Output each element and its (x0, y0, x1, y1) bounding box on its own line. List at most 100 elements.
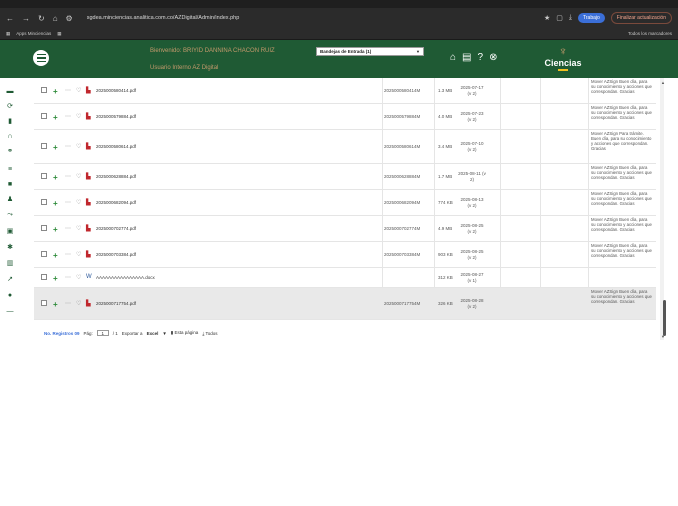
favorite-icon[interactable]: ♡ (76, 300, 81, 307)
row-checkbox[interactable] (41, 300, 47, 306)
row-checkbox[interactable] (41, 251, 47, 257)
row-checkbox[interactable] (41, 274, 47, 280)
menu-icon[interactable] (33, 50, 49, 66)
profile-button[interactable]: Trabajo (578, 13, 605, 23)
close-icon[interactable]: ⊗ (489, 52, 497, 63)
site-info-icon[interactable]: ⚙ (66, 14, 73, 23)
info-icon[interactable]: ● (6, 292, 14, 300)
more-icon[interactable]: ⋯ (65, 199, 71, 206)
update-button[interactable]: Finalizar actualización (610, 12, 672, 24)
extensions-icon[interactable]: ▢ (556, 14, 563, 22)
home-icon[interactable]: ⌂ (53, 14, 58, 23)
table-row[interactable]: + ⋯ ♡ ▙ 2025000580414.pdf 2025000580414M 1.3 M… (34, 78, 656, 104)
table-row[interactable]: + ⋯ ♡ ▙ 2025000579884.pdf 2025000579884M 4.0 M… (34, 104, 656, 130)
pdf-file-icon[interactable]: ▙ (86, 113, 91, 120)
file-name[interactable]: 2025000628884.pdf (96, 174, 136, 179)
help-icon[interactable]: ? (478, 52, 484, 63)
more-icon[interactable]: ⋯ (65, 300, 71, 307)
add-icon[interactable]: + (53, 251, 58, 260)
more-icon[interactable]: ⋯ (65, 274, 71, 281)
add-icon[interactable]: + (53, 274, 58, 283)
favorite-icon[interactable]: ♡ (76, 87, 81, 94)
favorite-icon[interactable]: ♡ (76, 251, 81, 258)
download-icon[interactable]: ⤓ (569, 14, 572, 22)
add-icon[interactable]: + (53, 199, 58, 208)
apps-icon[interactable]: ▦ (6, 31, 10, 37)
route-icon[interactable]: ⤳ (6, 211, 14, 219)
table-row[interactable]: + ⋯ ♡ W AAAAAAAAAAAAAAAA.docx 312 KB 2025-08-2… (34, 268, 656, 288)
gallery-icon[interactable]: ▥ (6, 260, 14, 268)
pdf-file-icon[interactable]: ▙ (86, 143, 91, 150)
archive-icon[interactable]: ▣ (6, 228, 14, 236)
tray-select[interactable]: Bandejas de Entrada (1) ▼ (316, 47, 424, 56)
refresh-icon[interactable]: ⟳ (6, 103, 14, 111)
forward-icon[interactable]: → (22, 14, 30, 23)
sitemap-icon[interactable]: ⚭ (6, 148, 14, 156)
document-icon[interactable]: ▤ (462, 52, 471, 63)
export-format-select[interactable]: Excel (147, 331, 159, 336)
all-bookmarks-link[interactable]: Todos los marcadores (628, 31, 672, 36)
favorite-icon[interactable]: ♡ (76, 225, 81, 232)
bookmark-star-icon[interactable]: ★ (544, 14, 550, 22)
document-icon[interactable]: ▮ (6, 118, 14, 126)
more-icon[interactable]: ⋯ (65, 225, 71, 232)
more-icon[interactable]: ⋯ (65, 143, 71, 150)
scroll-down-icon[interactable]: ▼ (661, 334, 665, 339)
file-name[interactable]: 2025000702774.pdf (96, 226, 136, 231)
row-checkbox[interactable] (41, 173, 47, 179)
list-icon[interactable]: ≡ (6, 166, 14, 174)
this-page-option[interactable]: ▮ Esta página (171, 330, 199, 336)
pdf-file-icon[interactable]: ▙ (86, 251, 91, 258)
file-name[interactable]: 2025000682094.pdf (96, 200, 136, 205)
favorite-icon[interactable]: ♡ (76, 274, 81, 281)
row-checkbox[interactable] (41, 225, 47, 231)
pdf-file-icon[interactable]: ▙ (86, 173, 91, 180)
page-input[interactable]: 1 (96, 330, 109, 336)
add-icon[interactable]: + (53, 225, 58, 234)
pdf-file-icon[interactable]: ▙ (86, 225, 91, 232)
row-checkbox[interactable] (41, 113, 47, 119)
folder-icon[interactable]: ▬ (6, 88, 14, 96)
add-icon[interactable]: + (53, 113, 58, 122)
more-icon[interactable]: ⋯ (65, 251, 71, 258)
chart-icon[interactable]: ↗ (6, 276, 14, 284)
more-icon[interactable]: ⋯ (65, 87, 71, 94)
row-checkbox[interactable] (41, 143, 47, 149)
all-option[interactable]: ⤓ Todos (202, 331, 217, 336)
favorite-icon[interactable]: ♡ (76, 199, 81, 206)
home-icon[interactable]: ⌂ (450, 52, 456, 63)
pdf-file-icon[interactable]: ▙ (86, 199, 91, 206)
pdf-file-icon[interactable]: ▙ (86, 87, 91, 94)
add-icon[interactable]: + (53, 143, 58, 152)
user-icon[interactable]: ♟ (6, 196, 14, 204)
table-row[interactable]: + ⋯ ♡ ▙ 2025000702774.pdf 2025000702774M 4.9 M… (34, 216, 656, 242)
more-icon[interactable]: ⋯ (65, 113, 71, 120)
minus-icon[interactable]: — (6, 308, 14, 316)
file-name[interactable]: 2025000580614.pdf (96, 144, 136, 149)
scroll-up-icon[interactable]: ▲ (661, 80, 665, 85)
add-icon[interactable]: + (53, 87, 58, 96)
gear-icon[interactable]: ✱ (6, 244, 14, 252)
chevron-down-icon[interactable]: ▼ (162, 331, 166, 336)
table-row[interactable]: + ⋯ ♡ ▙ 2025000682094.pdf 2025000682094M 774 K… (34, 190, 656, 216)
more-icon[interactable]: ⋯ (65, 173, 71, 180)
favorite-icon[interactable]: ♡ (76, 113, 81, 120)
table-row[interactable]: + ⋯ ♡ ▙ 2025000580614.pdf 2025000580614M 3.4 M… (34, 130, 656, 164)
add-icon[interactable]: + (53, 300, 58, 309)
reload-icon[interactable]: ↻ (38, 14, 45, 23)
pdf-file-icon[interactable]: ▙ (86, 300, 91, 307)
file-name[interactable]: AAAAAAAAAAAAAAAA.docx (96, 275, 155, 280)
row-checkbox[interactable] (41, 87, 47, 93)
favorite-icon[interactable]: ♡ (76, 143, 81, 150)
word-file-icon[interactable]: W (86, 274, 92, 280)
scrollbar-thumb[interactable] (663, 300, 666, 336)
table-row[interactable]: + ⋯ ♡ ▙ 2025000717754.pdf 2025000717754M 326 K… (34, 288, 656, 320)
bookmark-item[interactable]: Apps Minciencias (16, 31, 51, 36)
table-row[interactable]: + ⋯ ♡ ▙ 2025000628884.pdf 2025000628884M 1.7 M… (34, 164, 656, 190)
file-name[interactable]: 2025000580414.pdf (96, 88, 136, 93)
binoculars-icon[interactable]: ∩ (6, 133, 14, 141)
table-row[interactable]: + ⋯ ♡ ▙ 2025000703384.pdf 2025000703384M 903 K… (34, 242, 656, 268)
file-name[interactable]: 2025000717754.pdf (96, 301, 136, 306)
favorite-icon[interactable]: ♡ (76, 173, 81, 180)
row-checkbox[interactable] (41, 199, 47, 205)
